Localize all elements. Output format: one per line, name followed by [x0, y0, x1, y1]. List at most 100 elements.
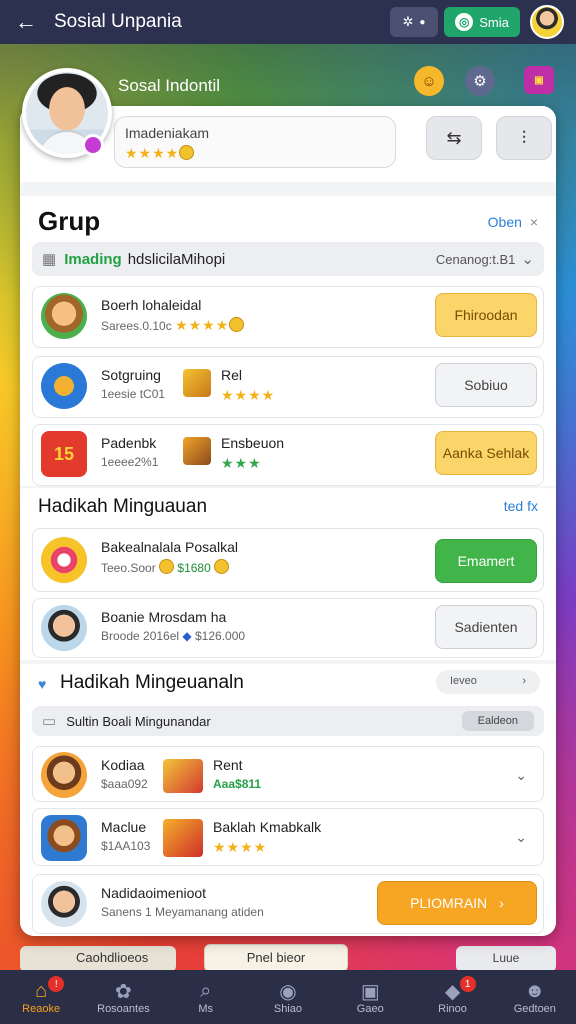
nav-item-share[interactable]: ◉ Shiao: [247, 970, 329, 1024]
online-badge: [82, 134, 104, 156]
nav-item-gallery[interactable]: ▣ Gaeo: [329, 970, 411, 1024]
sub-bar[interactable]: ▭ Sultin Boali Mingunandar Ealdeon: [32, 706, 544, 736]
gold-bar-icon: [183, 369, 211, 397]
row-title: Sotgruing: [101, 367, 161, 383]
row-mid-title: Rel: [221, 367, 243, 383]
profile-name: Sosal Indontil: [118, 76, 221, 95]
rating-stars: ★★★★: [125, 145, 385, 162]
hero-avatar-icon: [41, 815, 87, 861]
primary-action-label: PLIOMRAIN: [410, 895, 488, 911]
row-subtitle: $1AA103: [101, 839, 151, 853]
flower-icon: ✿: [115, 980, 132, 1003]
circle-check-icon: ◎: [455, 13, 474, 31]
group-row[interactable]: Sotgruing 1eesie tC01 Rel ★★★★ Sobiuo: [32, 356, 544, 418]
user-avatar[interactable]: [530, 5, 564, 39]
group-title: Grup: [38, 206, 101, 236]
claim-button[interactable]: Aanka Sehlak: [435, 431, 537, 475]
chevron-down-icon[interactable]: ⌄: [515, 829, 527, 846]
fox-avatar-icon: [41, 293, 87, 339]
nav-label: Reaoke: [22, 1003, 61, 1015]
search-value: Imadeniakam: [125, 125, 210, 141]
row-mid-stars: ★★★★: [213, 839, 268, 855]
close-icon[interactable]: ×: [530, 214, 538, 230]
reward-row[interactable]: Nadidaoimenioot Sanens 1 Meyamanang atid…: [32, 874, 544, 934]
puzzle-icon: [41, 363, 87, 409]
weekly2-title: Hadikah Mingeuanaln: [60, 672, 244, 693]
reward-row[interactable]: Kodiaa $aaa092 Rent Aaa$811 ⌄: [32, 746, 544, 802]
sub-bar-button[interactable]: Ealdeon: [461, 711, 534, 731]
filter-label: hdslicilaMihopi: [127, 250, 226, 268]
group-row[interactable]: Boerh lohaleidal Sarees.0.10c ★★★★ Fhiro…: [32, 286, 544, 348]
notification-badge: !: [48, 976, 65, 992]
weekly-link[interactable]: ted fx: [504, 498, 538, 514]
calendar-icon: 15: [41, 431, 87, 477]
row-mid-stars: ★★★★: [221, 387, 276, 403]
group-link-label: Oben: [487, 214, 522, 230]
peek-pill[interactable]: Pnel bieor: [204, 944, 348, 972]
peek-row: Caohdlioeos Pnel bieor Luue: [20, 944, 556, 972]
row-subtitle: 1eesie tC01: [101, 387, 166, 401]
nav-label: Shiao: [273, 1003, 303, 1015]
status-chip[interactable]: ◎ Smia: [444, 7, 520, 37]
row-mid-title: Baklah Kmabkalk: [213, 819, 322, 835]
group-row[interactable]: 15 Padenbk 1eeee2%1 Ensbeuon ★★★ Aanka S…: [32, 424, 544, 486]
join-button[interactable]: Fhiroodan: [435, 293, 537, 337]
nav-item-resources[interactable]: ✿ Rosoantes: [82, 970, 164, 1024]
chat-icon: ▭: [42, 713, 57, 730]
gift-box-icon[interactable]: ▣: [524, 66, 554, 94]
notification-badge: 1: [459, 976, 476, 992]
chevron-down-icon[interactable]: ⌄: [515, 767, 527, 784]
dot-icon: ●: [419, 16, 426, 28]
row-subtitle: Sanens 1 Meyamanang atiden: [101, 905, 264, 919]
row-title: Boerh lohaleidal: [101, 297, 202, 313]
nav-label: Gedtoen: [513, 1003, 556, 1015]
heart-icon: ♥: [38, 676, 47, 692]
weekly-section: Hadikah Minguauan ted fx Bakealnalala Po…: [20, 488, 556, 660]
disc-icon: ◉: [279, 980, 297, 1003]
enter-button[interactable]: Emamert: [435, 539, 537, 583]
main-panel: Imadeniakam ★★★★ ⇆ ⫶ Grup Oben × ▦ Imadi…: [20, 106, 556, 936]
row-title: Maclue: [101, 819, 147, 835]
nav-label: Ms: [198, 1003, 214, 1015]
peek-left[interactable]: Caohdlioeos: [20, 946, 176, 972]
nav-item-tags[interactable]: ◆ Rinoo 1: [411, 970, 493, 1024]
chevron-down-icon[interactable]: ⌄: [521, 250, 534, 268]
detail-button[interactable]: Sadienten: [435, 605, 537, 649]
chevron-right-icon: ›: [499, 895, 504, 911]
row-subtitle: Sarees.0.10c ★★★★: [101, 317, 245, 334]
nav-item-profile[interactable]: ☻ Gedtoen: [494, 970, 576, 1024]
row-subtitle: $aaa092: [101, 777, 148, 791]
back-arrow-icon[interactable]: ←: [12, 8, 40, 36]
row-subtitle: Teeo.Soor $1680: [101, 559, 230, 575]
person-avatar-icon: [41, 881, 87, 927]
gear-icon[interactable]: ⚙: [465, 66, 495, 96]
filter-active-label: Imading: [64, 250, 122, 268]
person-avatar-icon: [41, 605, 87, 651]
row-mid-title: Ensbeuon: [221, 435, 285, 451]
weekly-row[interactable]: Boanie Mrosdam ha Broode 2016el ◆ $126.0…: [32, 598, 544, 658]
row-subtitle: Broode 2016el ◆ $126.000: [101, 629, 246, 643]
nav-item-search[interactable]: ⌕ Ms: [165, 970, 247, 1024]
reward-row[interactable]: Maclue $1AA103 Baklah Kmabkalk ★★★★ ⌄: [32, 808, 544, 866]
smiley-icon[interactable]: ☺: [414, 66, 444, 96]
level-pill[interactable]: Ieveo ›: [436, 670, 540, 694]
peek-right[interactable]: Luue: [456, 946, 556, 972]
primary-action-button[interactable]: PLIOMRAIN ›: [377, 881, 537, 925]
nav-label: Rosoantes: [97, 1003, 150, 1015]
search-input[interactable]: Imadeniakam ★★★★: [114, 116, 396, 168]
status-chip-label: Smia: [479, 14, 509, 30]
share-button[interactable]: ⇆: [426, 116, 482, 160]
nav-item-home[interactable]: ⌂ Reaoke !: [0, 970, 82, 1024]
row-title: Bakealnalala Posalkal: [101, 539, 238, 555]
group-link[interactable]: Oben ×: [488, 214, 538, 230]
row-title: Padenbk: [101, 435, 157, 451]
sub-bar-label: Sultin Boali Mingunandar: [66, 713, 211, 729]
status-button[interactable]: Sobiuo: [435, 363, 537, 407]
settings-chip[interactable]: ✲ ●: [390, 7, 438, 37]
filter-sort[interactable]: Cenanog:t.B1: [436, 252, 516, 267]
group-filter-bar[interactable]: ▦ Imading hdslicilaMihopi Cenanog:t.B1 ⌄: [32, 242, 544, 276]
weekly-row[interactable]: Bakealnalala Posalkal Teeo.Soor $1680 Em…: [32, 528, 544, 592]
row-title: Nadidaoimenioot: [101, 885, 207, 901]
stats-button[interactable]: ⫶: [496, 116, 552, 160]
person-icon: ☻: [524, 979, 546, 1002]
